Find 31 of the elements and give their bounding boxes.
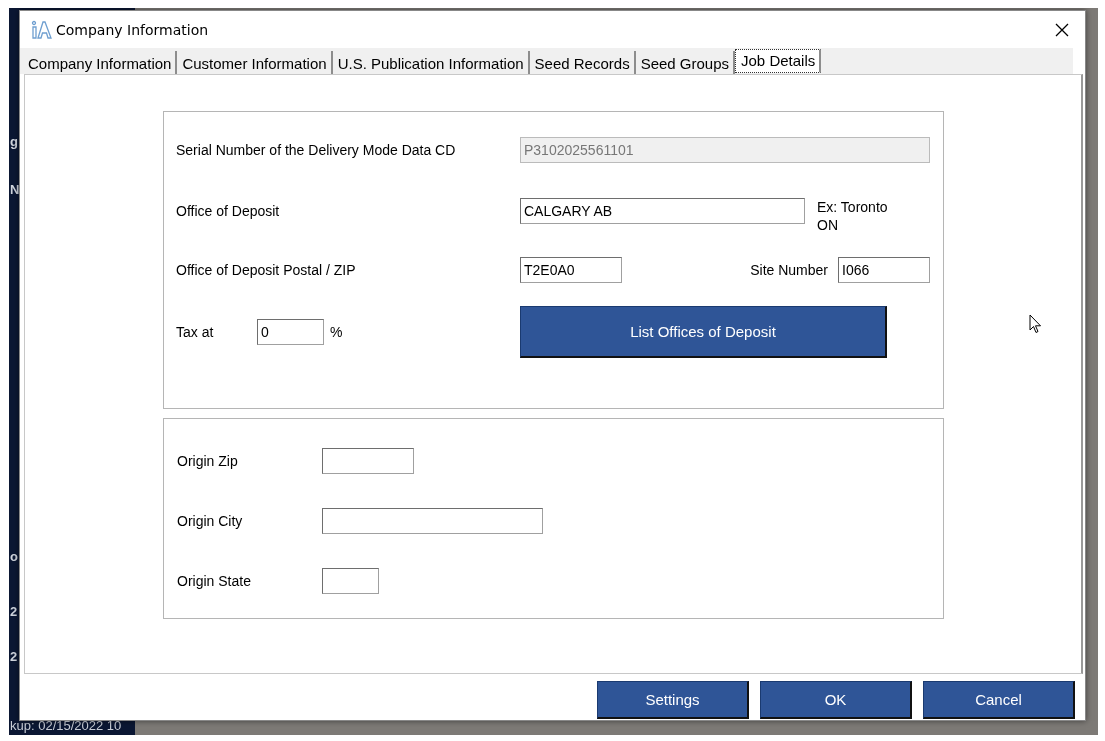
postal-code-field[interactable]: T2E0A0 [520, 257, 622, 283]
input-field[interactable] [322, 568, 379, 594]
field-label: Origin City [177, 513, 244, 529]
input-field[interactable] [322, 508, 543, 534]
field-label: Site Number [750, 262, 828, 278]
mouse-pointer-icon [1029, 314, 1042, 334]
background-text: g [10, 134, 18, 149]
background-text: 2 [10, 649, 18, 664]
input-field[interactable] [322, 448, 414, 474]
percent-text: % [330, 324, 343, 340]
window-title: Company Information [56, 21, 209, 38]
field-label: Tax at [176, 324, 215, 340]
dialog-button[interactable]: OK [760, 681, 912, 719]
field-label: Origin State [177, 573, 252, 589]
field-label: Serial Number of the Delivery Mode Data CD [176, 142, 457, 158]
dialog-button[interactable]: Cancel [923, 681, 1075, 719]
dialog-button[interactable]: Settings [597, 681, 749, 719]
list-offices-button[interactable]: List Offices of Deposit [520, 306, 887, 358]
background-text: o [10, 549, 18, 564]
app-logo-icon [31, 19, 53, 40]
field-label: Office of Deposit Postal / ZIP [176, 262, 357, 278]
tax-field[interactable]: 0 [257, 319, 324, 345]
field-label: Office of Deposit [176, 203, 281, 219]
tab[interactable]: Job Details [735, 49, 822, 73]
background-text: 2 [10, 604, 18, 619]
hint-text: Ex: Toronto ON [817, 198, 889, 234]
office-of-deposit-field[interactable]: CALGARY AB [520, 198, 805, 224]
background-text: N [10, 182, 20, 197]
site-number-field[interactable]: I066 [838, 257, 930, 283]
field-label: Origin Zip [177, 453, 239, 469]
backup-status-text: kup: 02/15/2022 10 [10, 718, 122, 733]
